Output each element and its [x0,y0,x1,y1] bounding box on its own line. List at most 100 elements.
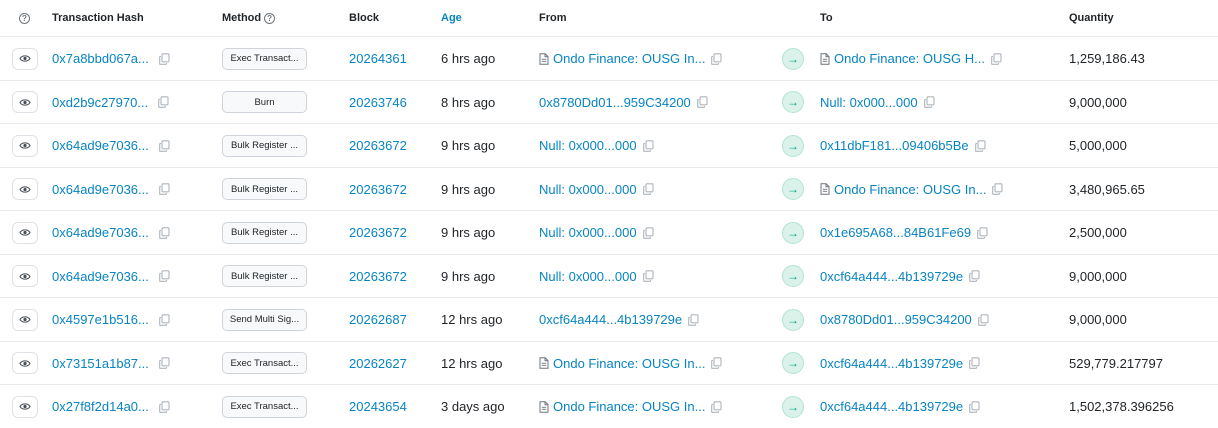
table-body: 0x7a8bbd067a... Exec Transact... 20264361 6… [0,37,1218,428]
preview-button[interactable] [12,91,38,114]
direction-cell: → [782,81,804,125]
transaction-hash-link[interactable]: 0x64ad9e7036... [52,138,149,153]
from-address-link[interactable]: 0x8780Dd01...959C34200 [539,95,691,110]
direction-cell: → [782,385,804,428]
preview-button[interactable] [12,221,38,244]
hash-cell: 0x73151a1b87... [52,342,170,386]
help-icon[interactable]: ? [19,0,30,37]
block-link[interactable]: 20263672 [349,269,407,284]
from-address-link[interactable]: Null: 0x000...000 [539,225,637,240]
transaction-hash-link[interactable]: 0x27f8f2d14a0... [52,399,149,414]
copy-icon[interactable] [159,357,170,370]
copy-icon[interactable] [969,270,980,283]
from-address-link[interactable]: 0xcf64a444...4b139729e [539,312,682,327]
transaction-hash-link[interactable]: 0x64ad9e7036... [52,269,149,284]
copy-icon[interactable] [992,183,1004,196]
table-row: 0x64ad9e7036... Bulk Register ... 20263672… [0,255,1218,299]
from-cell: Ondo Finance: OUSG In... [539,385,723,428]
to-address-link[interactable]: 0x11dbF181...09406b5Be [820,138,969,153]
copy-icon[interactable] [977,314,989,326]
to-address-link[interactable]: 0x1e695A68...84B61Fe69 [820,225,971,240]
from-address-link[interactable]: Ondo Finance: OUSG In... [553,399,705,414]
copy-icon[interactable] [923,96,935,109]
header-age-toggle[interactable]: Age [441,0,462,37]
copy-icon[interactable] [159,183,170,196]
copy-icon[interactable] [711,53,723,65]
to-cell: 0xcf64a444...4b139729e [820,385,980,428]
transaction-hash-link[interactable]: 0x64ad9e7036... [52,225,149,240]
age-cell: 9 hrs ago [441,211,495,255]
block-cell: 20243654 [349,385,407,428]
method-cell: Send Multi Sig... [222,298,307,342]
block-link[interactable]: 20243654 [349,399,407,414]
preview-button[interactable] [12,134,38,157]
block-link[interactable]: 20263672 [349,225,407,240]
copy-icon[interactable] [642,270,654,283]
copy-icon[interactable] [159,401,170,413]
to-address-link[interactable]: Null: 0x000...000 [820,95,918,110]
header-transaction-hash: Transaction Hash [52,12,144,24]
copy-icon[interactable] [711,357,723,370]
from-address-link[interactable]: Null: 0x000...000 [539,182,637,197]
copy-icon[interactable] [977,227,988,239]
block-link[interactable]: 20263746 [349,95,407,110]
from-address-link[interactable]: Null: 0x000...000 [539,138,637,153]
copy-icon[interactable] [991,53,1002,65]
preview-button[interactable] [12,265,38,288]
from-cell: Ondo Finance: OUSG In... [539,37,723,81]
row-preview-cell [12,168,38,212]
direction-cell: → [782,342,804,386]
age-cell: 6 hrs ago [441,37,495,81]
block-link[interactable]: 20263672 [349,138,407,153]
age-cell: 9 hrs ago [441,255,495,299]
preview-button[interactable] [12,178,38,201]
block-cell: 20263672 [349,124,407,168]
quantity-value: 5,000,000 [1069,138,1127,154]
to-address-link[interactable]: 0xcf64a444...4b139729e [820,356,963,371]
preview-button[interactable] [12,308,38,331]
transaction-hash-link[interactable]: 0x7a8bbd067a... [52,51,149,66]
preview-button[interactable] [12,352,38,375]
transaction-hash-link[interactable]: 0x64ad9e7036... [52,182,149,197]
age-text: 3 days ago [441,399,505,415]
from-address-link[interactable]: Ondo Finance: OUSG In... [553,356,705,371]
transaction-hash-link[interactable]: 0x4597e1b516... [52,312,149,327]
method-help-icon[interactable]: ? [264,13,276,24]
from-address-link[interactable]: Null: 0x000...000 [539,269,637,284]
transaction-hash-link[interactable]: 0xd2b9c27970... [52,95,148,110]
block-link[interactable]: 20263672 [349,182,407,197]
preview-button[interactable] [12,47,38,70]
to-address-link[interactable]: 0xcf64a444...4b139729e [820,269,963,284]
copy-icon[interactable] [969,401,980,413]
copy-icon[interactable] [642,183,654,196]
copy-icon[interactable] [642,227,654,239]
from-address-link[interactable]: Ondo Finance: OUSG In... [553,51,705,66]
header-from: From [539,12,567,24]
to-address-link[interactable]: Ondo Finance: OUSG In... [834,182,986,197]
to-address-link[interactable]: 0xcf64a444...4b139729e [820,399,963,414]
copy-icon[interactable] [969,357,980,370]
copy-icon[interactable] [159,227,170,239]
contract-icon [539,401,549,413]
block-link[interactable]: 20264361 [349,51,407,66]
block-cell: 20262687 [349,298,407,342]
contract-icon [820,53,830,65]
arrow-right-icon: → [782,395,804,418]
copy-icon[interactable] [158,96,169,109]
copy-icon[interactable] [974,140,986,152]
to-address-link[interactable]: 0x8780Dd01...959C34200 [820,312,972,327]
copy-icon[interactable] [711,401,723,413]
block-link[interactable]: 20262687 [349,312,407,327]
preview-button[interactable] [12,395,38,418]
copy-icon[interactable] [688,314,699,326]
copy-icon[interactable] [696,96,708,109]
copy-icon[interactable] [159,140,170,152]
to-address-link[interactable]: Ondo Finance: OUSG H... [834,51,985,66]
block-link[interactable]: 20262627 [349,356,407,371]
copy-icon[interactable] [159,53,170,65]
copy-icon[interactable] [642,140,654,152]
copy-icon[interactable] [159,270,170,283]
quantity-cell: 529,779.217797 [1069,342,1163,386]
transaction-hash-link[interactable]: 0x73151a1b87... [52,356,149,371]
copy-icon[interactable] [159,314,170,326]
